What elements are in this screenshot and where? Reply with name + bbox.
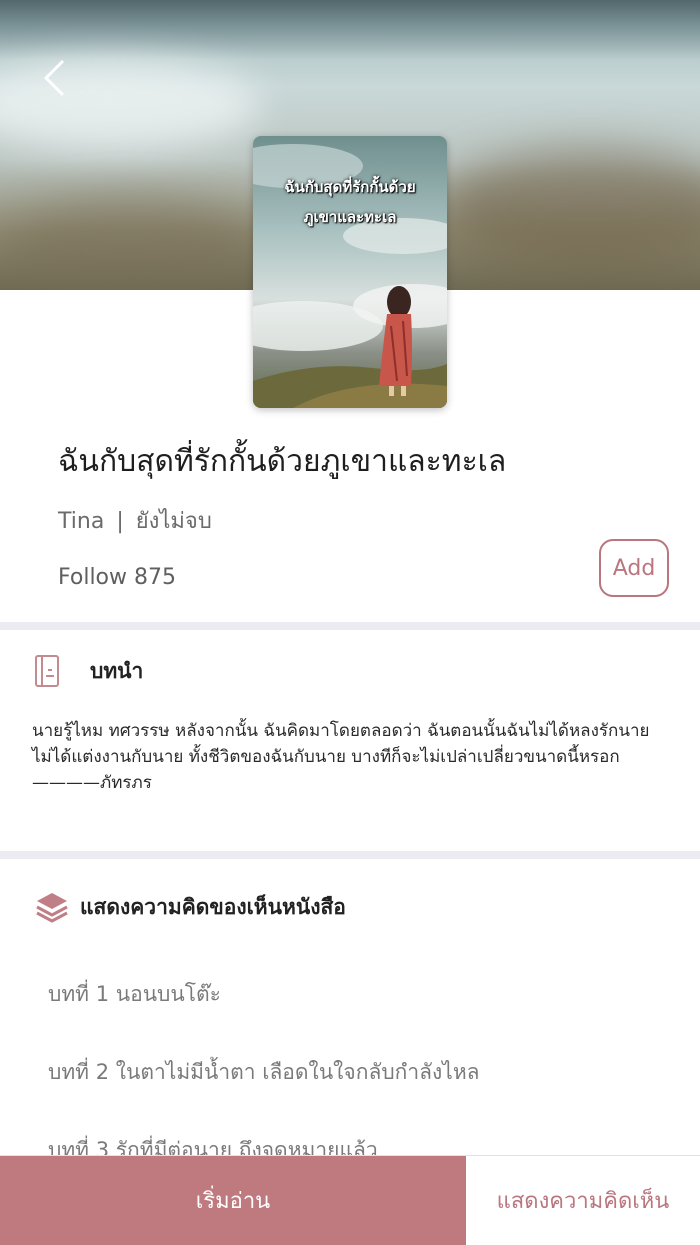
book-status: ยังไม่จบ [135, 509, 212, 534]
chapter-item[interactable]: บทที่ 1 นอนบนโต๊ะ [48, 978, 221, 1010]
chapter-item[interactable]: บทที่ 2 ในตาไม่มีน้ำตา เลือดในใจกลับกำลั… [48, 1056, 480, 1088]
intro-header: บทนำ [34, 654, 143, 688]
author-name[interactable]: Tina [58, 509, 104, 534]
book-cover[interactable]: ฉันกับสุดที่รักกั้นด้วย ภูเขาและทะเล [253, 136, 447, 408]
comments-heading: แสดงความคิดของเห็นหนังสือ [80, 894, 346, 919]
start-reading-button[interactable]: เริ่มอ่าน [0, 1156, 466, 1245]
divider [0, 851, 700, 859]
add-button[interactable]: Add [599, 539, 669, 597]
meta-separator: | [116, 509, 124, 534]
cover-title-line1: ฉันกับสุดที่รักกั้นด้วย [284, 178, 416, 196]
back-button[interactable] [36, 58, 76, 98]
comments-header[interactable]: แสดงความคิดของเห็นหนังสือ [34, 889, 346, 925]
intro-heading: บทนำ [90, 658, 144, 683]
chevron-left-icon [44, 60, 64, 96]
bottom-action-bar: เริ่มอ่าน แสดงความคิดเห็น [0, 1155, 700, 1245]
book-title: ฉันกับสุดที่รักกั้นด้วยภูเขาและทะเล [58, 444, 507, 479]
comment-button[interactable]: แสดงความคิดเห็น [466, 1156, 700, 1245]
intro-text: นายรู้ไหม ทศวรรษ หลังจากนั้น ฉันคิดมาโดย… [32, 721, 650, 793]
layers-icon [36, 893, 68, 923]
book-meta: Tina | ยังไม่จบ [58, 506, 212, 538]
cover-title-line2: ภูเขาและทะเล [303, 208, 397, 226]
follow-count: Follow 875 [58, 565, 176, 590]
divider [0, 622, 700, 630]
book-page-icon [35, 655, 59, 687]
